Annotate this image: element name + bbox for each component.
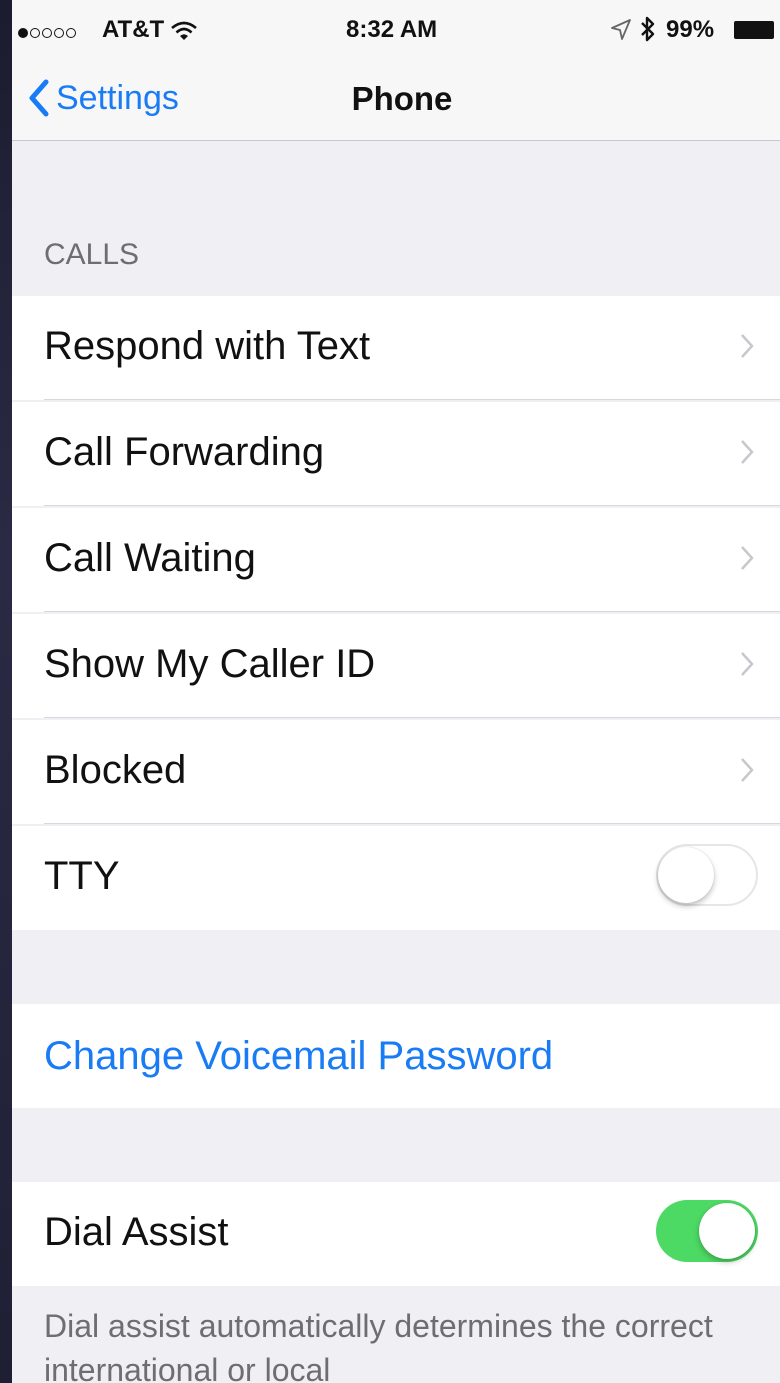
signal-strength-icon bbox=[18, 18, 78, 46]
row-label: Respond with Text bbox=[44, 324, 371, 368]
navigation-bar: Settings Phone bbox=[12, 60, 780, 141]
row-separator bbox=[44, 611, 780, 612]
row-separator bbox=[44, 505, 780, 506]
tty-toggle[interactable] bbox=[656, 844, 758, 906]
row-blocked[interactable]: Blocked bbox=[12, 720, 780, 824]
row-change-voicemail-password[interactable]: Change Voicemail Password bbox=[12, 1004, 780, 1108]
status-time: 8:32 AM bbox=[346, 16, 438, 43]
row-separator bbox=[44, 399, 780, 400]
row-call-forwarding[interactable]: Call Forwarding bbox=[12, 402, 780, 506]
location-icon bbox=[610, 18, 632, 49]
row-label: Show My Caller ID bbox=[44, 642, 376, 686]
chevron-right-icon bbox=[741, 440, 754, 464]
row-respond-with-text[interactable]: Respond with Text bbox=[12, 296, 780, 400]
row-separator bbox=[44, 823, 780, 824]
row-label: TTY bbox=[44, 854, 120, 898]
chevron-right-icon bbox=[741, 652, 754, 676]
chevron-right-icon bbox=[741, 334, 754, 358]
battery-icon bbox=[734, 21, 774, 39]
row-label: Dial Assist bbox=[44, 1210, 229, 1254]
row-label: Call Waiting bbox=[44, 536, 256, 580]
section-header-calls: CALLS bbox=[44, 238, 140, 271]
phone-screen: AT&T 8:32 AM 99% Settings Phone CALLS Re… bbox=[12, 0, 780, 1383]
change-voicemail-password-link: Change Voicemail Password bbox=[44, 1034, 554, 1078]
row-label: Call Forwarding bbox=[44, 430, 325, 474]
toggle-knob bbox=[658, 847, 714, 903]
page-title: Phone bbox=[351, 80, 453, 117]
dial-assist-footer: Dial assist automatically determines the… bbox=[44, 1308, 713, 1383]
dial-assist-toggle[interactable] bbox=[656, 1200, 758, 1262]
row-separator bbox=[44, 717, 780, 718]
toggle-knob bbox=[699, 1203, 755, 1259]
row-label: Blocked bbox=[44, 748, 187, 792]
chevron-right-icon bbox=[741, 546, 754, 570]
battery-percentage: 99% bbox=[666, 16, 715, 43]
wifi-icon bbox=[170, 20, 198, 49]
carrier-name: AT&T bbox=[102, 16, 165, 43]
row-tty: TTY bbox=[12, 826, 780, 930]
row-call-waiting[interactable]: Call Waiting bbox=[12, 508, 780, 612]
row-dial-assist: Dial Assist bbox=[12, 1182, 780, 1286]
chevron-right-icon bbox=[741, 758, 754, 782]
bluetooth-icon bbox=[638, 14, 658, 51]
status-bar: AT&T 8:32 AM 99% bbox=[12, 0, 780, 60]
row-show-my-caller-id[interactable]: Show My Caller ID bbox=[12, 614, 780, 718]
